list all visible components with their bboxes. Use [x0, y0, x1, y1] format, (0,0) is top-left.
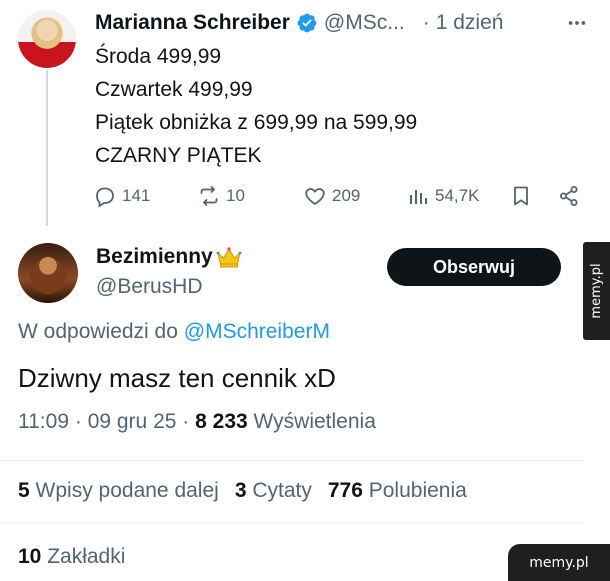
divider: [0, 460, 584, 461]
tweet-meta: 11:09 · 09 gru 25 · 8 233 Wyświetlenia: [18, 410, 376, 434]
action-bar: 141 10 209 54,7K: [93, 181, 589, 211]
bookmark-icon: [514, 186, 528, 206]
like-button[interactable]: 209: [303, 181, 360, 211]
watermark-side: memy.pl: [583, 242, 610, 340]
separator-dot: ·: [182, 410, 190, 433]
display-name-row: Bezimienny: [96, 245, 243, 269]
engagement-stats: 5 Wpisy podane dalej 3 Cytaty 776 Polubien…: [18, 479, 467, 503]
tweet-text: Środa 499,99 Czwartek 499,99 Piątek obni…: [95, 40, 417, 172]
bookmarks-count: 10: [18, 545, 42, 568]
separator-dot: ·: [422, 11, 430, 34]
watermark-corner: memy.pl: [508, 544, 610, 581]
quotes-label: Cytaty: [252, 479, 312, 502]
likes-count: 776: [327, 479, 363, 502]
reply-handle-link[interactable]: @MSchreiberM: [184, 320, 330, 343]
avatar[interactable]: [18, 243, 78, 303]
reply-button[interactable]: 141: [93, 181, 150, 211]
like-count: 209: [332, 186, 361, 205]
quotes-count: 3: [234, 479, 247, 502]
reposts-count: 5: [18, 479, 30, 502]
quotes-stat[interactable]: 3 Cytaty: [235, 479, 312, 502]
crown-icon: [216, 247, 242, 268]
tweet-text: Dziwny masz ten cennik xD: [18, 363, 336, 393]
reply-prefix: W odpowiedzi do: [18, 320, 184, 343]
views-count: 54,7K: [435, 186, 480, 205]
display-name[interactable]: Bezimienny: [96, 245, 213, 269]
avatar[interactable]: [18, 10, 76, 68]
display-name[interactable]: Marianna Schreiber: [95, 11, 290, 35]
share-button[interactable]: [557, 181, 581, 211]
thread-connector-line: [46, 70, 48, 226]
repost-count: 10: [226, 186, 245, 205]
more-icon[interactable]: [566, 12, 588, 34]
reposts-label: Wpisy podane dalej: [35, 479, 219, 502]
reply-context: W odpowiedzi do @MSchreiberM: [18, 320, 330, 344]
timestamp[interactable]: 1 dzień: [436, 11, 504, 35]
bookmarks-label: Zakładki: [47, 545, 126, 568]
parent-tweet[interactable]: Marianna Schreiber @MSc... · 1 dzień Śro…: [0, 0, 586, 226]
likes-stat[interactable]: 776 Polubienia: [328, 479, 467, 502]
tweet-line: Czwartek 499,99: [95, 78, 253, 101]
repost-icon: [200, 186, 218, 206]
timestamp[interactable]: 11:09: [18, 410, 69, 433]
likes-label: Polubienia: [368, 479, 467, 502]
date[interactable]: 09 gru 25: [88, 410, 177, 433]
views-button[interactable]: 54,7K: [406, 181, 479, 211]
bookmark-button[interactable]: [509, 181, 533, 211]
watermark-side-text: memy.pl: [589, 263, 604, 319]
tweet-line: Środa 499,99: [95, 45, 222, 68]
separator-dot: ·: [74, 410, 82, 433]
reposts-stat[interactable]: 5 Wpisy podane dalej: [18, 479, 219, 502]
like-icon: [305, 188, 325, 206]
tweet-header: Marianna Schreiber @MSc... · 1 dzień: [95, 8, 503, 38]
bookmarks-stat[interactable]: 10 Zakładki: [18, 545, 125, 569]
follow-button[interactable]: Obserwuj: [387, 248, 561, 286]
reply-count: 141: [122, 186, 151, 205]
views-label: Wyświetlenia: [253, 410, 376, 433]
views-count: 8 233: [195, 410, 248, 433]
tweet-line: Piątek obniżka z 699,99 na 599,99: [95, 111, 418, 134]
tweet-line: CZARNY PIĄTEK: [95, 144, 262, 167]
verified-badge-icon: [297, 13, 317, 33]
handle[interactable]: @MSc...: [324, 11, 405, 35]
handle[interactable]: @BerusHD: [96, 275, 203, 299]
repost-button[interactable]: 10: [197, 181, 245, 211]
share-icon: [560, 186, 578, 206]
views-icon: [410, 190, 427, 204]
divider: [0, 522, 584, 523]
reply-icon: [96, 187, 114, 208]
